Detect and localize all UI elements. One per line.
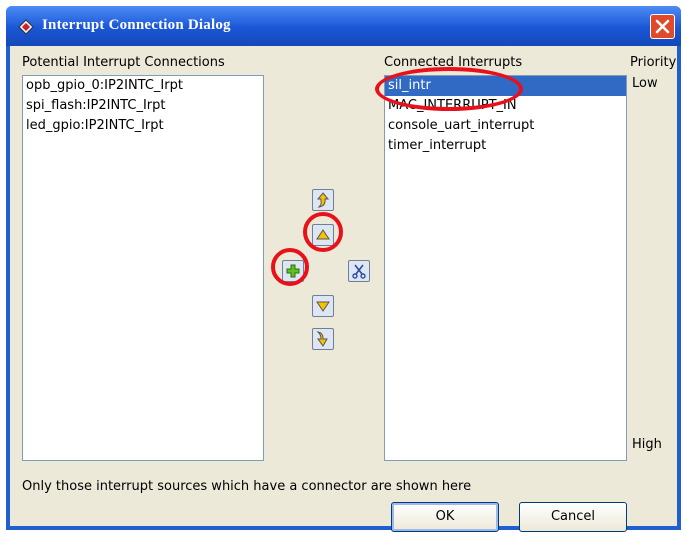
move-to-top-button[interactable]	[312, 189, 334, 211]
add-icon	[286, 264, 300, 278]
connected-interrupts-label: Connected Interrupts	[384, 55, 523, 70]
potential-connections-label: Potential Interrupt Connections	[22, 55, 225, 70]
priority-label: Priority	[630, 55, 677, 70]
potential-connections-list[interactable]: opb_gpio_0:IP2INTC_Irpt spi_flash:IP2INT…	[22, 75, 264, 461]
close-button[interactable]	[650, 14, 675, 39]
list-item-selected[interactable]: sil_intr	[385, 76, 626, 96]
scissors-icon	[352, 264, 366, 279]
move-up-icon	[316, 229, 330, 240]
dialog-body: Potential Interrupt Connections opb_gpio…	[10, 46, 677, 532]
add-button[interactable]	[282, 260, 304, 282]
window-title: Interrupt Connection Dialog	[42, 17, 231, 33]
move-to-bottom-icon	[316, 331, 328, 347]
move-down-icon	[316, 301, 330, 312]
footer-note: Only those interrupt sources which have …	[22, 479, 472, 494]
list-item[interactable]: spi_flash:IP2INTC_Irpt	[23, 96, 263, 116]
move-to-bottom-button[interactable]	[312, 328, 334, 350]
priority-low-label: Low	[632, 76, 658, 91]
ok-button[interactable]: OK	[391, 502, 499, 532]
move-to-top-icon	[316, 192, 330, 208]
dialog-window: Interrupt Connection Dialog Potential In…	[6, 6, 681, 532]
cancel-button[interactable]: Cancel	[519, 502, 627, 532]
app-icon	[18, 19, 34, 35]
move-down-button[interactable]	[312, 295, 334, 317]
list-item[interactable]: opb_gpio_0:IP2INTC_Irpt	[23, 76, 263, 96]
move-up-button[interactable]	[312, 224, 334, 246]
close-icon	[655, 19, 670, 34]
remove-button[interactable]	[348, 260, 370, 282]
list-item[interactable]: MAC_INTERRUPT_IN	[385, 96, 626, 116]
priority-high-label: High	[632, 437, 662, 452]
list-item[interactable]: console_uart_interrupt	[385, 116, 626, 136]
title-bar[interactable]: Interrupt Connection Dialog	[6, 6, 681, 46]
list-item[interactable]: led_gpio:IP2INTC_Irpt	[23, 116, 263, 136]
connected-interrupts-list[interactable]: sil_intr MAC_INTERRUPT_IN console_uart_i…	[384, 75, 627, 461]
list-item[interactable]: timer_interrupt	[385, 136, 626, 156]
